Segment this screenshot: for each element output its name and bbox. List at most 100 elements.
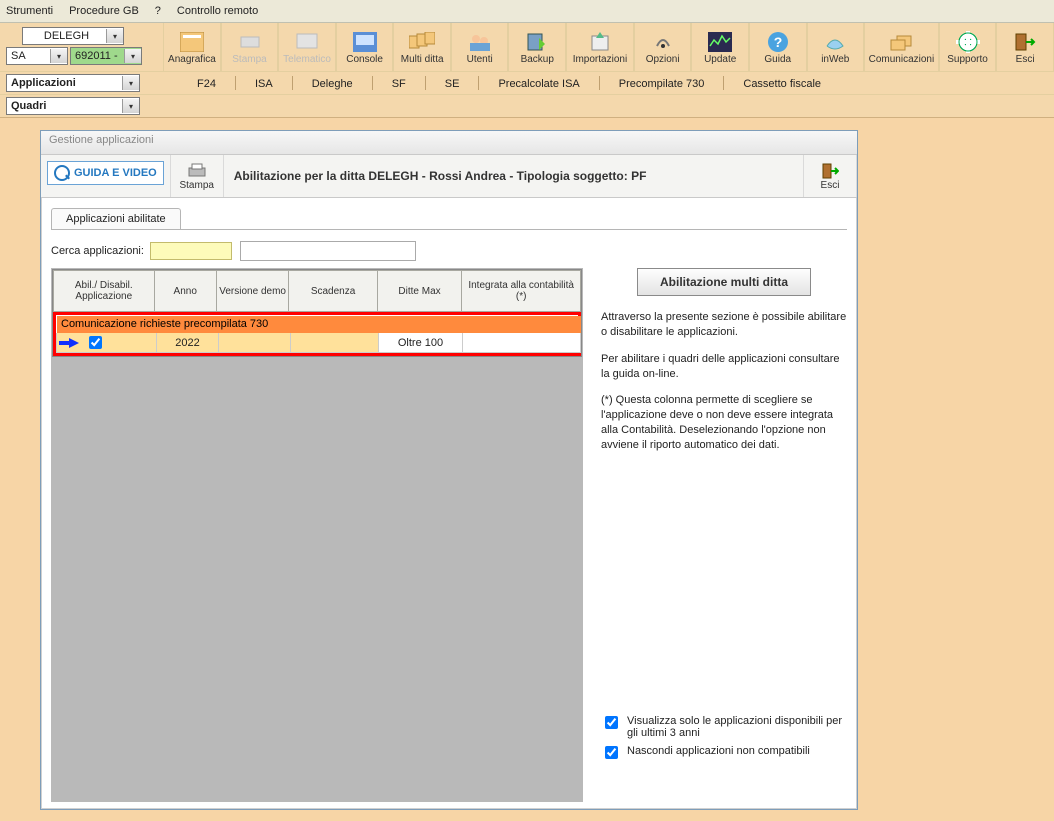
search-label: Cerca applicazioni: bbox=[51, 245, 144, 257]
arrow-icon-head bbox=[69, 338, 79, 348]
search-input[interactable] bbox=[240, 241, 416, 261]
col-integrata[interactable]: Integrata alla contabilità (*) bbox=[462, 271, 581, 312]
inner-tab-row: Applicazioni abilitate bbox=[51, 208, 847, 230]
menu-help[interactable]: ? bbox=[155, 5, 161, 17]
tool-stampa: Stampa bbox=[221, 23, 279, 71]
check-nascondi-row: Nascondi applicazioni non compatibili bbox=[601, 745, 847, 762]
check-nascondi-label: Nascondi applicazioni non compatibili bbox=[627, 745, 810, 757]
info-pane: Abilitazione multi ditta Attraverso la p… bbox=[583, 268, 847, 802]
left-selectors: DELEGH ▾ SA ▾ 692011 - ▾ bbox=[0, 23, 146, 71]
tool-utenti[interactable]: Utenti bbox=[451, 23, 509, 71]
columns: Abil./ Disabil. Applicazione Anno Versio… bbox=[51, 268, 847, 802]
check-ultimi3anni[interactable] bbox=[605, 716, 618, 729]
inner-esci-button[interactable]: Esci bbox=[803, 155, 857, 197]
cell-ditte: Oltre 100 bbox=[379, 333, 463, 353]
applicazioni-label: Applicazioni bbox=[11, 77, 122, 89]
inner-stampa-button[interactable]: Stampa bbox=[170, 155, 224, 197]
inner-esci-label: Esci bbox=[821, 180, 840, 191]
grid-header-row: Abil./ Disabil. Applicazione Anno Versio… bbox=[54, 271, 581, 312]
search-row: Cerca applicazioni: bbox=[51, 240, 847, 262]
search-token-box[interactable] bbox=[150, 242, 232, 260]
quadri-box: Quadri ▾ bbox=[0, 97, 146, 115]
printer-icon bbox=[187, 162, 207, 180]
cell-scadenza bbox=[291, 333, 379, 353]
exit-icon bbox=[821, 162, 839, 180]
chevron-down-icon: ▾ bbox=[50, 49, 67, 63]
tool-comunicazioni[interactable]: Comunicazioni bbox=[864, 23, 939, 71]
tab-sf[interactable]: SF bbox=[381, 75, 417, 92]
data-row[interactable]: 2022 Oltre 100 bbox=[57, 333, 581, 353]
tool-console[interactable]: Console bbox=[336, 23, 394, 71]
quadri-label: Quadri bbox=[11, 100, 122, 112]
col-ditte[interactable]: Ditte Max bbox=[377, 271, 461, 312]
tool-backup[interactable]: Backup bbox=[508, 23, 566, 71]
chevron-down-icon: ▾ bbox=[106, 29, 123, 43]
tool-telematico: Telematico bbox=[278, 23, 336, 71]
tab-isa[interactable]: ISA bbox=[244, 75, 284, 92]
cell-integrata bbox=[463, 333, 581, 353]
gestione-applicazioni-window: Gestione applicazioni GUIDA E VIDEO Stam… bbox=[40, 130, 858, 810]
highlighted-rows: Comunicazione richieste precompilata 730… bbox=[53, 312, 581, 356]
info-p1: Attraverso la presente sezione è possibi… bbox=[601, 310, 847, 340]
tool-anagrafica[interactable]: Anagrafica bbox=[163, 23, 221, 71]
tab-se[interactable]: SE bbox=[434, 75, 471, 92]
quadri-combo[interactable]: Quadri ▾ bbox=[6, 97, 140, 115]
col-versione[interactable]: Versione demo bbox=[216, 271, 288, 312]
tab-precalcolate[interactable]: Precalcolate ISA bbox=[487, 75, 590, 92]
tab-deleghe[interactable]: Deleghe bbox=[301, 75, 364, 92]
grid-empty-area bbox=[52, 357, 582, 801]
sa-value: SA bbox=[11, 50, 26, 62]
tab-f24[interactable]: F24 bbox=[186, 75, 227, 92]
chevron-down-icon: ▾ bbox=[122, 76, 139, 90]
tool-guida[interactable]: ?Guida bbox=[749, 23, 807, 71]
applications-grid: Abil./ Disabil. Applicazione Anno Versio… bbox=[52, 269, 582, 357]
tool-multiditta[interactable]: Multi ditta bbox=[393, 23, 451, 71]
menu-strumenti[interactable]: Strumenti bbox=[6, 5, 53, 17]
check-ultimi3anni-label: Visualizza solo le applicazioni disponib… bbox=[627, 715, 847, 739]
workspace: Gestione applicazioni GUIDA E VIDEO Stam… bbox=[0, 118, 1054, 821]
search-icon bbox=[54, 165, 70, 181]
tab-precompilate[interactable]: Precompilate 730 bbox=[608, 75, 716, 92]
abilitazione-multi-ditta-button[interactable]: Abilitazione multi ditta bbox=[637, 268, 811, 296]
tool-importazioni[interactable]: Importazioni bbox=[566, 23, 634, 71]
group-label: Comunicazione richieste precompilata 730 bbox=[57, 316, 581, 333]
inner-header-title: Abilitazione per la ditta DELEGH - Rossi… bbox=[224, 155, 803, 197]
year-value: 692011 - bbox=[75, 50, 118, 62]
arrow-icon bbox=[59, 341, 69, 345]
cell-anno: 2022 bbox=[157, 333, 219, 353]
tool-esci-top[interactable]: Esci bbox=[996, 23, 1054, 71]
grid-pane: Abil./ Disabil. Applicazione Anno Versio… bbox=[51, 268, 583, 802]
main-toolbar-area: DELEGH ▾ SA ▾ 692011 - ▾ Anagrafica Stam… bbox=[0, 23, 1054, 118]
year-combo[interactable]: 692011 - ▾ bbox=[70, 47, 142, 65]
inner-header: GUIDA E VIDEO Stampa Abilitazione per la… bbox=[41, 155, 857, 198]
tool-update[interactable]: Update bbox=[691, 23, 749, 71]
tool-inweb[interactable]: inWeb bbox=[807, 23, 865, 71]
info-p2: Per abilitare i quadri delle applicazion… bbox=[601, 352, 847, 382]
check-nascondi[interactable] bbox=[605, 746, 618, 759]
tool-supporto[interactable]: Supporto bbox=[939, 23, 997, 71]
cell-abil[interactable] bbox=[57, 333, 157, 353]
cell-versione bbox=[219, 333, 291, 353]
menu-remoto[interactable]: Controllo remoto bbox=[177, 5, 258, 17]
check-ultimi3anni-row: Visualizza solo le applicazioni disponib… bbox=[601, 715, 847, 739]
inner-window-title: Gestione applicazioni bbox=[41, 131, 857, 155]
info-p3: (*) Questa colonna permette di scegliere… bbox=[601, 393, 847, 452]
tab-applicazioni-abilitate[interactable]: Applicazioni abilitate bbox=[51, 208, 181, 229]
tool-opzioni[interactable]: Opzioni bbox=[634, 23, 692, 71]
applicazioni-box: Applicazioni ▾ bbox=[0, 74, 146, 92]
col-abil[interactable]: Abil./ Disabil. Applicazione bbox=[54, 271, 155, 312]
sa-combo[interactable]: SA ▾ bbox=[6, 47, 68, 65]
menu-procedure[interactable]: Procedure GB bbox=[69, 5, 139, 17]
chevron-down-icon: ▾ bbox=[122, 99, 139, 113]
tab-cassetto[interactable]: Cassetto fiscale bbox=[732, 75, 832, 92]
ditta-value: DELEGH bbox=[27, 30, 106, 42]
col-scadenza[interactable]: Scadenza bbox=[289, 271, 378, 312]
guida-video-button[interactable]: GUIDA E VIDEO bbox=[47, 161, 164, 185]
col-anno[interactable]: Anno bbox=[154, 271, 216, 312]
ditta-combo[interactable]: DELEGH ▾ bbox=[22, 27, 124, 45]
applicazioni-combo[interactable]: Applicazioni ▾ bbox=[6, 74, 140, 92]
enable-checkbox[interactable] bbox=[89, 336, 102, 349]
sub-tab-bar: F24 ISA Deleghe SF SE Precalcolate ISA P… bbox=[146, 75, 832, 92]
group-row[interactable]: Comunicazione richieste precompilata 730 bbox=[57, 316, 581, 333]
svg-text:?: ? bbox=[773, 34, 782, 50]
